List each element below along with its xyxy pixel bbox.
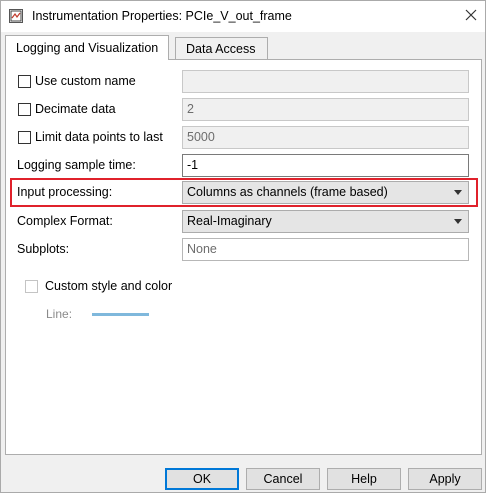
ok-button[interactable]: OK	[165, 468, 239, 490]
tab-label: Data Access	[186, 42, 256, 56]
subplots-field[interactable]: None	[182, 238, 469, 261]
close-icon[interactable]	[463, 7, 479, 23]
custom-style-label: Custom style and color	[45, 279, 173, 293]
input-processing-dropdown[interactable]: Columns as channels (frame based)	[182, 181, 469, 204]
tab-label: Logging and Visualization	[16, 41, 159, 55]
tab-logging-visualization[interactable]: Logging and Visualization	[5, 35, 170, 60]
title-bar: Instrumentation Properties: PCIe_V_out_f…	[1, 1, 485, 32]
decimation-field: 2	[182, 98, 469, 121]
tab-data-access[interactable]: Data Access	[175, 37, 268, 59]
input-processing-label: Input processing:	[17, 185, 113, 199]
line-style-swatch[interactable]	[92, 313, 149, 316]
limit-data-points-checkbox[interactable]	[18, 131, 31, 144]
complex-format-label: Complex Format:	[17, 214, 113, 228]
logging-sample-time-field[interactable]: -1	[182, 154, 469, 177]
window-title: Instrumentation Properties: PCIe_V_out_f…	[32, 9, 292, 23]
help-button[interactable]: Help	[327, 468, 401, 490]
chevron-down-icon	[454, 190, 462, 195]
limit-data-points-label: Limit data points to last	[35, 130, 163, 144]
complex-format-value: Real-Imaginary	[187, 214, 272, 228]
logging-sample-time-label: Logging sample time:	[17, 158, 136, 172]
input-processing-value: Columns as channels (frame based)	[187, 185, 388, 199]
subplots-label: Subplots:	[17, 242, 70, 256]
line-label: Line:	[46, 307, 73, 321]
use-custom-name-checkbox[interactable]	[18, 75, 31, 88]
custom-style-checkbox[interactable]	[25, 280, 38, 293]
dialog-window: Instrumentation Properties: PCIe_V_out_f…	[0, 0, 486, 493]
decimate-data-label: Decimate data	[35, 102, 116, 116]
tab-panel: Use custom name Decimate data 2 Limit da…	[5, 59, 482, 455]
decimate-data-checkbox[interactable]	[18, 103, 31, 116]
simulink-scope-icon	[9, 9, 23, 23]
cancel-button[interactable]: Cancel	[246, 468, 320, 490]
custom-name-field	[182, 70, 469, 93]
chevron-down-icon	[454, 219, 462, 224]
apply-button[interactable]: Apply	[408, 468, 482, 490]
complex-format-dropdown[interactable]: Real-Imaginary	[182, 210, 469, 233]
use-custom-name-label: Use custom name	[35, 74, 136, 88]
limit-data-points-field: 5000	[182, 126, 469, 149]
